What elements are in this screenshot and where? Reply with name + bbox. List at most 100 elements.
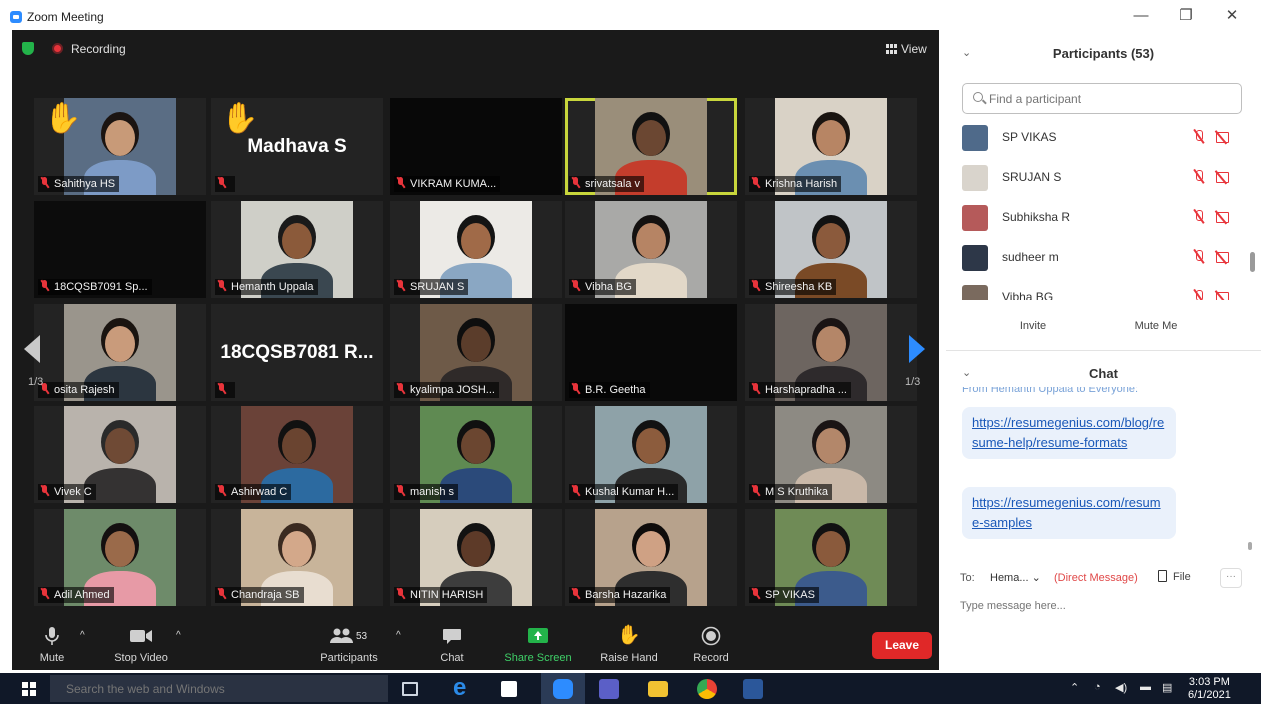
video-tile[interactable]: Krishna Harish [745,98,917,195]
participant-face [282,428,312,464]
mute-button[interactable]: Mute [30,620,74,664]
chat-button[interactable]: Chat [430,620,474,664]
video-tile[interactable]: Madhava S ✋ [211,98,383,195]
participant-row[interactable]: sudheer m [946,238,1246,278]
participant-row-name: sudheer m [1002,250,1059,264]
taskbar-search-box[interactable] [50,675,388,702]
participant-face [816,326,846,362]
video-tile[interactable]: manish s [390,406,562,503]
raise-hand-label: Raise Hand [600,652,658,664]
more-options-button[interactable]: ··· [1220,568,1242,588]
video-tile[interactable]: Shireesha KB [745,201,917,298]
participants-options-caret[interactable]: ^ [396,630,401,641]
video-tile[interactable]: ✋ Sahithya HS [34,98,206,195]
file-explorer-icon[interactable] [648,681,668,697]
participants-button[interactable]: 53 Participants [314,620,384,664]
participant-nameplate: Ashirwad C [215,484,292,500]
participant-row[interactable]: SP VIKAS [946,118,1246,158]
video-tile[interactable]: Vibha BG [565,201,737,298]
zoom-taskbar-icon[interactable] [553,679,573,699]
microphone-icon [45,627,59,645]
share-screen-button[interactable]: Share Screen [502,620,574,664]
chrome-icon[interactable] [697,679,717,699]
record-icon [701,626,721,646]
participant-name: B.R. Geetha [585,384,646,396]
volume-icon[interactable]: ◀) [1115,681,1127,694]
stop-video-button[interactable]: Stop Video [108,620,174,664]
restore-button[interactable]: ❐ [1172,6,1200,26]
participant-nameplate: Sahithya HS [38,176,120,192]
participant-nameplate: VIKRAM KUMA... [394,176,501,192]
video-tile[interactable]: srivatsala v [565,98,737,195]
edge-browser-icon[interactable]: e [453,674,473,701]
leave-button[interactable]: Leave [872,632,932,659]
audio-options-caret[interactable]: ^ [80,630,85,641]
wifi-icon[interactable]: ◔ [1094,681,1101,693]
video-tile[interactable]: Barsha Hazarika [565,509,737,606]
word-icon[interactable] [743,679,763,699]
participant-row[interactable]: Vibha BG [946,278,1246,300]
video-tile[interactable]: Hemanth Uppala [211,201,383,298]
video-tile[interactable]: osita Rajesh [34,304,206,401]
participant-name: Sahithya HS [54,178,116,190]
video-tile[interactable]: SRUJAN S [390,201,562,298]
video-tile[interactable]: Adil Ahmed [34,509,206,606]
store-icon[interactable] [501,681,517,697]
video-tile[interactable]: Harshapradha ... [745,304,917,401]
chat-scrollbar[interactable] [1248,542,1252,550]
raise-hand-button[interactable]: ✋ Raise Hand [596,620,662,665]
mic-muted-icon [1192,289,1206,300]
participant-search-input[interactable] [989,89,1229,109]
notifications-icon[interactable]: ▤ [1162,681,1172,694]
participant-row[interactable]: SRUJAN S [946,158,1246,198]
video-tile[interactable]: 18CQSB7081 R... [211,304,383,401]
participant-search-box[interactable] [962,83,1242,114]
previous-page-arrow-icon[interactable] [24,335,40,363]
taskbar-clock[interactable]: 3:03 PM 6/1/2021 [1188,676,1231,702]
taskbar-search-input[interactable] [66,681,366,697]
file-button[interactable]: File [1158,570,1191,583]
participant-face [636,120,666,156]
recipient-dropdown[interactable]: Hema... ⌄ [982,568,1048,588]
zoom-window: Zoom Meeting — ❐ ✕ Recording View ✋ Sahit… [0,0,1261,704]
participants-scrollbar[interactable] [1250,252,1255,272]
mute-me-button[interactable]: Mute Me [1124,315,1188,337]
recording-label[interactable]: Recording [71,42,126,56]
video-tile[interactable]: SP VIKAS [745,509,917,606]
video-tile[interactable]: B.R. Geetha [565,304,737,401]
battery-icon[interactable]: ▬ [1140,681,1151,693]
chat-message-input[interactable] [960,596,1250,616]
video-tile[interactable]: Ashirwad C [211,406,383,503]
chat-message-link[interactable]: https://resumegenius.com/blog/resume-hel… [962,407,1176,459]
video-tile[interactable]: kyalimpa JOSH... [390,304,562,401]
mic-muted-icon [217,280,226,291]
video-tile[interactable]: Chandraja SB [211,509,383,606]
participant-name: 18CQSB7091 Sp... [54,281,148,293]
video-tile[interactable]: NITIN HARISH [390,509,562,606]
participant-row-name: SRUJAN S [1002,170,1062,184]
participant-face [105,428,135,464]
participant-name: Adil Ahmed [54,589,110,601]
video-tile[interactable]: Vivek C [34,406,206,503]
minimize-button[interactable]: — [1127,6,1155,26]
view-label: View [901,42,927,56]
view-button[interactable]: View [886,42,927,56]
chat-message-link[interactable]: https://resumegenius.com/resume-samples [962,487,1176,539]
participant-row[interactable]: Subhiksha R [946,198,1246,238]
video-tile[interactable]: M S Kruthika [745,406,917,503]
video-options-caret[interactable]: ^ [176,630,181,641]
file-icon [1158,570,1167,582]
close-button[interactable]: ✕ [1218,6,1246,26]
invite-button[interactable]: Invite [1008,315,1058,337]
video-tile[interactable]: VIKRAM KUMA... [390,98,562,195]
security-shield-icon[interactable] [22,42,34,55]
mic-muted-icon [751,177,760,188]
record-button[interactable]: Record [688,620,734,664]
show-hidden-icons-chevron-icon[interactable]: ⌃ [1070,681,1079,694]
video-tile[interactable]: Kushal Kumar H... [565,406,737,503]
next-page-arrow-icon[interactable] [909,335,925,363]
windows-start-icon[interactable] [22,682,36,696]
teams-icon[interactable] [599,679,619,699]
task-view-icon[interactable] [402,682,418,696]
video-tile[interactable]: 18CQSB7091 Sp... [34,201,206,298]
